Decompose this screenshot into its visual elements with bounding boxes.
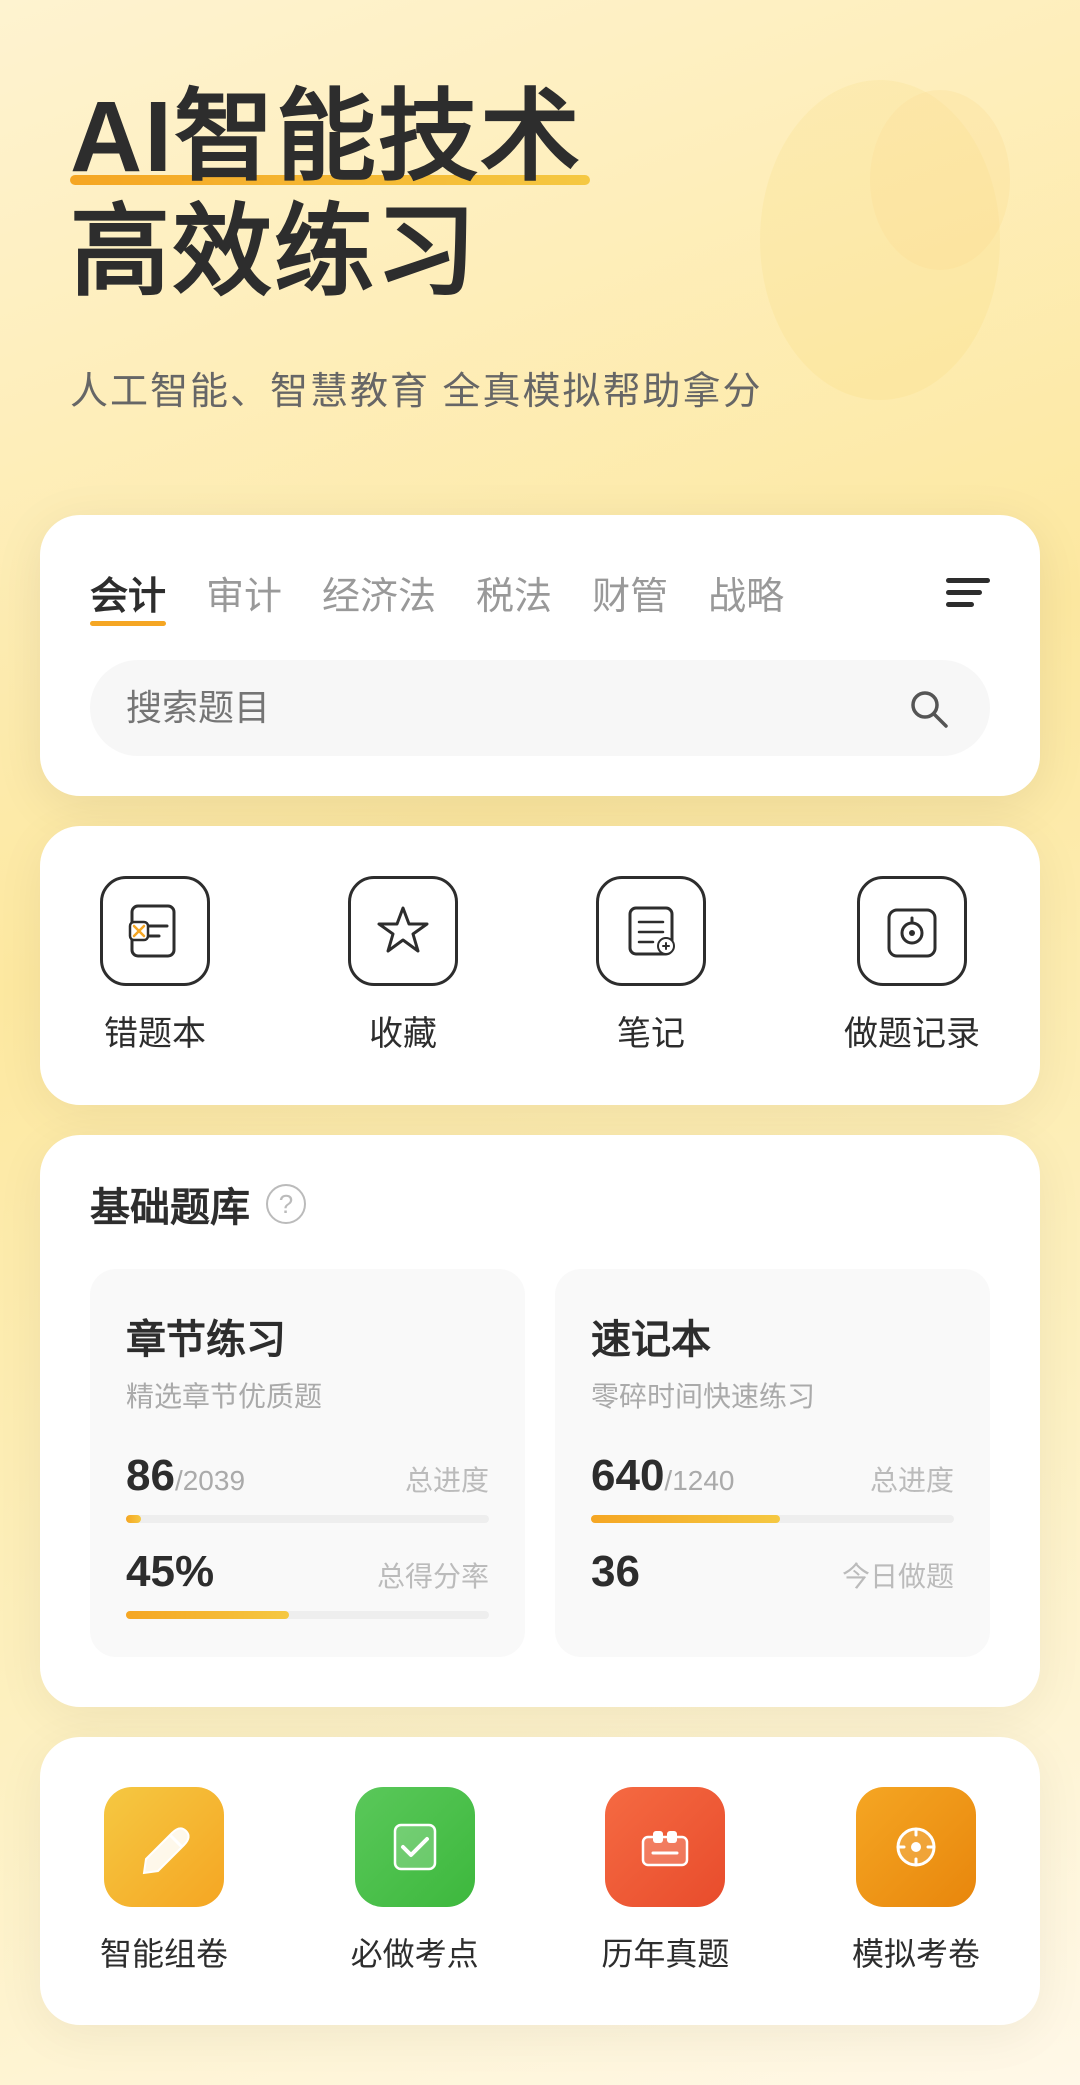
wrong-book-label: 错题本	[104, 1006, 206, 1055]
quick-stat-main2: 36	[591, 1547, 640, 1597]
chapter-progress-bar2	[126, 1611, 489, 1619]
history-icon	[605, 1787, 725, 1907]
search-input[interactable]	[126, 687, 882, 729]
library-section: 基础题库 ? 章节练习 精选章节优质题 86/2039 总进度 45% 总得分率	[40, 1135, 1040, 1707]
chapter-card-desc: 精选章节优质题	[126, 1375, 489, 1415]
tab-economic-law[interactable]: 经济法	[322, 565, 436, 620]
records-label: 做题记录	[844, 1006, 980, 1055]
section-header: 基础题库 ?	[90, 1175, 990, 1233]
action-records[interactable]: 做题记录	[844, 876, 980, 1055]
mock-icon	[856, 1787, 976, 1907]
hero-section: AI智能技术 高效练习 人工智能、智慧教育 全真模拟帮助拿分	[0, 0, 1080, 475]
chapter-card-title: 章节练习	[126, 1307, 489, 1365]
section-title: 基础题库	[90, 1175, 250, 1233]
mock-label: 模拟考卷	[852, 1929, 980, 1975]
notes-label: 笔记	[617, 1006, 685, 1055]
chapter-stat-main2: 45%	[126, 1547, 214, 1597]
quick-memo-card[interactable]: 速记本 零碎时间快速练习 640/1240 总进度 36 今日做题	[555, 1269, 990, 1657]
wrong-book-icon	[100, 876, 210, 986]
quick-stat-main1: 640/1240	[591, 1451, 735, 1501]
chapter-stat-main1: 86/2039	[126, 1451, 245, 1501]
tab-audit[interactable]: 审计	[206, 565, 282, 620]
search-bar[interactable]	[90, 660, 990, 756]
chapter-practice-card[interactable]: 章节练习 精选章节优质题 86/2039 总进度 45% 总得分率	[90, 1269, 525, 1657]
action-notes[interactable]: 笔记	[596, 876, 706, 1055]
action-history[interactable]: 历年真题	[601, 1787, 729, 1975]
quick-card-desc: 零碎时间快速练习	[591, 1375, 954, 1415]
action-mock[interactable]: 模拟考卷	[852, 1787, 980, 1975]
quick-stat-row2: 36 今日做题	[591, 1547, 954, 1597]
tab-strategy[interactable]: 战略	[708, 565, 784, 620]
bottom-actions: 智能组卷 必做考点 历年真题	[40, 1737, 1040, 2025]
quick-stat-label2: 今日做题	[842, 1555, 954, 1595]
hero-title-line1: AI智能技术	[70, 80, 1010, 195]
subject-tabs: 会计 审计 经济法 税法 财管 战略	[90, 565, 990, 620]
main-card: 会计 审计 经济法 税法 财管 战略	[40, 515, 1040, 796]
chapter-progress-bar1	[126, 1515, 489, 1523]
quick-stat-label1: 总进度	[870, 1459, 954, 1499]
action-compose[interactable]: 智能组卷	[100, 1787, 228, 1975]
quick-actions-card: 错题本 收藏 笔记	[40, 826, 1040, 1105]
quick-stat-row1: 640/1240 总进度	[591, 1451, 954, 1501]
help-icon[interactable]: ?	[266, 1184, 306, 1224]
chapter-stat-row2: 45% 总得分率	[126, 1547, 489, 1597]
quick-card-title: 速记本	[591, 1307, 954, 1365]
must-do-label: 必做考点	[351, 1929, 479, 1975]
compose-icon	[104, 1787, 224, 1907]
history-label: 历年真题	[601, 1929, 729, 1975]
action-must-do[interactable]: 必做考点	[351, 1787, 479, 1975]
quick-progress-bar1	[591, 1515, 954, 1523]
action-wrong-book[interactable]: 错题本	[100, 876, 210, 1055]
action-collect[interactable]: 收藏	[348, 876, 458, 1055]
collect-icon	[348, 876, 458, 986]
notes-icon	[596, 876, 706, 986]
must-do-icon	[355, 1787, 475, 1907]
chapter-stat-label2: 总得分率	[377, 1555, 489, 1595]
chapter-stat-row1: 86/2039 总进度	[126, 1451, 489, 1501]
search-icon[interactable]	[902, 682, 954, 734]
collect-label: 收藏	[369, 1006, 437, 1055]
tab-accounting[interactable]: 会计	[90, 565, 166, 620]
library-grid: 章节练习 精选章节优质题 86/2039 总进度 45% 总得分率 速记本 零碎	[90, 1269, 990, 1657]
chapter-stat-label1: 总进度	[405, 1459, 489, 1499]
records-icon	[857, 876, 967, 986]
tab-finance[interactable]: 财管	[592, 565, 668, 620]
menu-icon[interactable]	[946, 578, 990, 607]
tab-tax-law[interactable]: 税法	[476, 565, 552, 620]
compose-label: 智能组卷	[100, 1929, 228, 1975]
